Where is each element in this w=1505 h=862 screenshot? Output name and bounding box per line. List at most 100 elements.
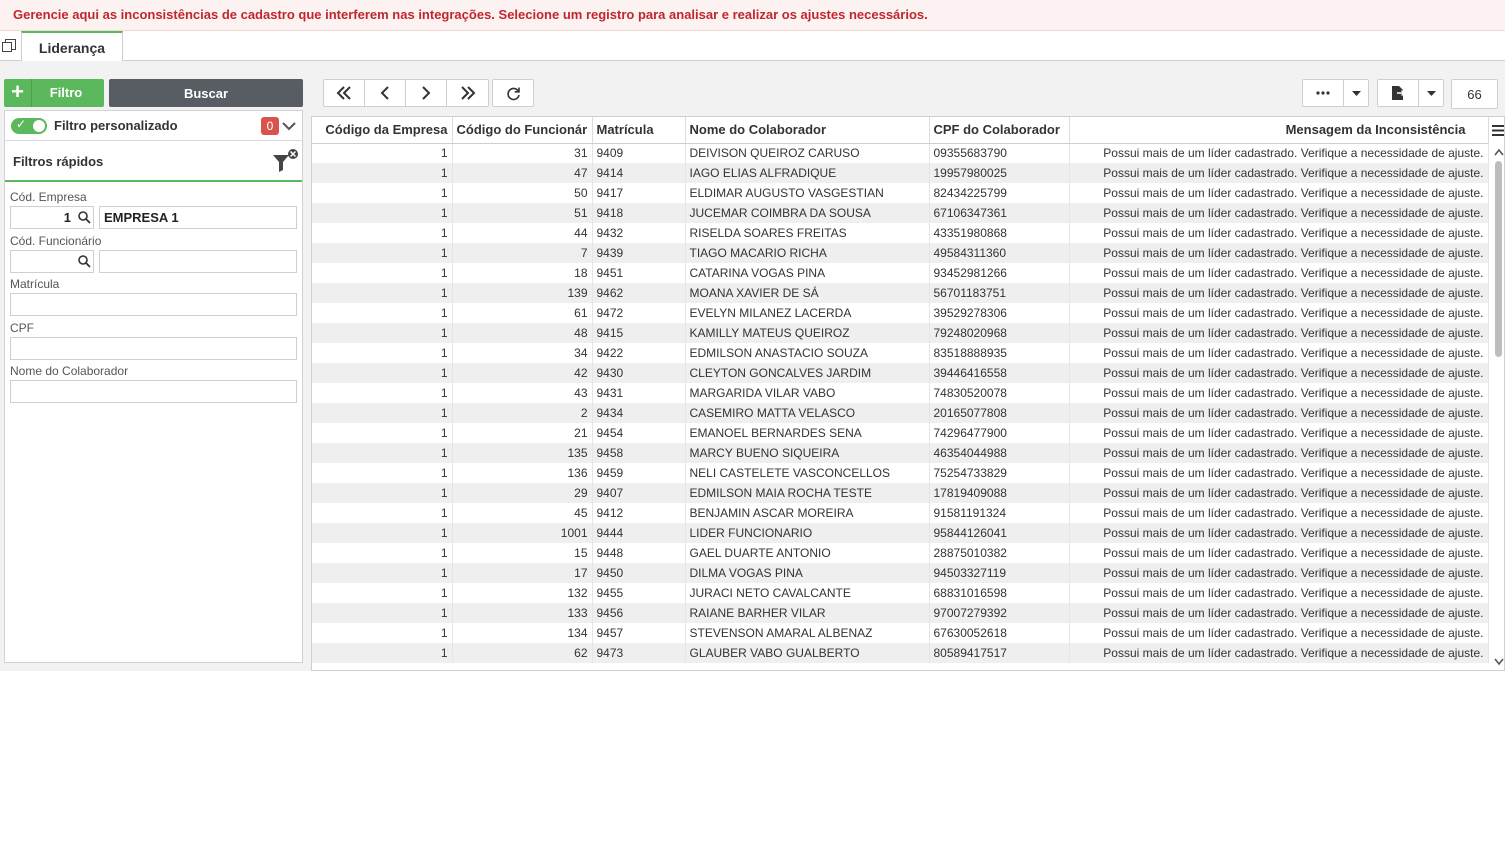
cell-cpf: 67106347361 [929, 203, 1070, 223]
scroll-down-icon[interactable] [1494, 657, 1504, 667]
table-row[interactable]: 1 61 9472 EVELYN MILANEZ LACERDA 39529278306… [312, 303, 1489, 323]
cell-matricula: 9414 [592, 163, 686, 183]
cell-empresa: 1 [312, 163, 453, 183]
table-row[interactable]: 1 45 9412 BENJAMIN ASCAR MOREIRA 91581191324… [312, 503, 1489, 523]
cell-matricula: 9407 [592, 483, 686, 503]
funcionario-name-input[interactable] [99, 250, 297, 273]
cell-cpf: 91581191324 [929, 503, 1070, 523]
last-page-button[interactable] [447, 80, 488, 106]
cell-mensagem: Possui mais de um líder cadastrado. Veri… [1069, 463, 1489, 483]
cpf-input[interactable] [10, 337, 297, 360]
cell-funcionario: 132 [452, 583, 593, 603]
cell-funcionario: 31 [452, 143, 593, 163]
cell-nome: CASEMIRO MATTA VELASCO [685, 403, 930, 423]
table-row[interactable]: 1 1001 9444 LIDER FUNCIONARIO 95844126041 Pos… [312, 523, 1489, 543]
cell-funcionario: 43 [452, 383, 593, 403]
clear-filter-icon[interactable] [271, 148, 299, 174]
table-row[interactable]: 1 47 9414 IAGO ELIAS ALFRADIQUE 19957980025 P… [312, 163, 1489, 183]
table-row[interactable]: 1 18 9451 CATARINA VOGAS PINA 93452981266 Pos… [312, 263, 1489, 283]
data-grid: Código da Empresa Código do Funcionár Ma… [311, 116, 1505, 671]
table-row[interactable]: 1 132 9455 JURACI NETO CAVALCANTE 6883101659… [312, 583, 1489, 603]
cell-empresa: 1 [312, 503, 453, 523]
table-row[interactable]: 1 31 9409 DEIVISON QUEIROZ CARUSO 0935568379… [312, 143, 1489, 163]
custom-filter-count-badge: 0 [261, 117, 279, 135]
search-icon[interactable] [78, 255, 91, 268]
table-row[interactable]: 1 135 9458 MARCY BUENO SIQUEIRA 46354044988 P… [312, 443, 1489, 463]
table-row[interactable]: 1 44 9432 RISELDA SOARES FREITAS 43351980868… [312, 223, 1489, 243]
vertical-scrollbar[interactable] [1493, 147, 1504, 669]
cell-cpf: 68831016598 [929, 583, 1070, 603]
column-header-mensagem[interactable]: Mensagem da Inconsistência [1069, 117, 1489, 144]
cell-mensagem: Possui mais de um líder cadastrado. Veri… [1069, 343, 1489, 363]
cell-cpf: 46354044988 [929, 443, 1070, 463]
cell-matricula: 9473 [592, 643, 686, 663]
table-row[interactable]: 1 133 9456 RAIANE BARHER VILAR 97007279392 Po… [312, 603, 1489, 623]
cell-funcionario: 135 [452, 443, 593, 463]
cell-nome: TIAGO MACARIO RICHA [685, 243, 930, 263]
search-button[interactable]: Buscar [109, 79, 303, 107]
cell-cpf: 74296477900 [929, 423, 1070, 443]
cell-nome: BENJAMIN ASCAR MOREIRA [685, 503, 930, 523]
scrollbar-thumb[interactable] [1495, 161, 1502, 357]
export-button[interactable] [1378, 80, 1419, 106]
table-row[interactable]: 1 136 9459 NELI CASTELETE VASCONCELLOS 75254… [312, 463, 1489, 483]
table-row[interactable]: 1 2 9434 CASEMIRO MATTA VELASCO 20165077808 P… [312, 403, 1489, 423]
tab-lideranca[interactable]: Liderança [21, 31, 123, 62]
column-header-cpf[interactable]: CPF do Colaborador [929, 117, 1070, 144]
cell-nome: MOANA XAVIER DE SÁ [685, 283, 930, 303]
caret-down-icon [1352, 90, 1361, 96]
cell-nome: DEIVISON QUEIROZ CARUSO [685, 143, 930, 163]
export-dropdown[interactable] [1419, 80, 1444, 106]
table-row[interactable]: 1 17 9450 DILMA VOGAS PINA 94503327119 Possui… [312, 563, 1489, 583]
table-row[interactable]: 1 51 9418 JUCEMAR COIMBRA DA SOUSA 671063473… [312, 203, 1489, 223]
column-header-matricula[interactable]: Matrícula [592, 117, 686, 144]
cell-funcionario: 17 [452, 563, 593, 583]
cell-mensagem: Possui mais de um líder cadastrado. Veri… [1069, 303, 1489, 323]
filter-button[interactable]: + Filtro [4, 79, 104, 107]
chevron-down-icon[interactable] [282, 119, 296, 133]
cell-mensagem: Possui mais de um líder cadastrado. Veri… [1069, 543, 1489, 563]
search-icon[interactable] [78, 211, 91, 224]
cell-cpf: 83518888935 [929, 343, 1070, 363]
cell-matricula: 9409 [592, 143, 686, 163]
matricula-input[interactable] [10, 293, 297, 316]
table-row[interactable]: 1 7 9439 TIAGO MACARIO RICHA 49584311360 Poss… [312, 243, 1489, 263]
cell-matricula: 9459 [592, 463, 686, 483]
refresh-button[interactable] [492, 79, 534, 107]
prev-page-button[interactable] [365, 80, 406, 106]
cell-empresa: 1 [312, 583, 453, 603]
copy-icon[interactable] [2, 39, 16, 53]
table-row[interactable]: 1 50 9417 ELDIMAR AUGUSTO VASGESTIAN 8243422… [312, 183, 1489, 203]
chevron-left-icon [380, 86, 389, 100]
first-page-button[interactable] [324, 80, 365, 106]
table-row[interactable]: 1 43 9431 MARGARIDA VILAR VABO 74830520078 Po… [312, 383, 1489, 403]
column-header-funcionario[interactable]: Código do Funcionár [452, 117, 593, 144]
table-row[interactable]: 1 139 9462 MOANA XAVIER DE SÁ 56701183751 Pos… [312, 283, 1489, 303]
cell-funcionario: 34 [452, 343, 593, 363]
workspace: + Filtro Buscar ✓ Filtro personalizado 0… [0, 61, 1505, 671]
table-row[interactable]: 1 15 9448 GAEL DUARTE ANTONIO 28875010382 Pos… [312, 543, 1489, 563]
cell-empresa: 1 [312, 523, 453, 543]
table-row[interactable]: 1 48 9415 KAMILLY MATEUS QUEIROZ 79248020968… [312, 323, 1489, 343]
empresa-name-input[interactable] [99, 206, 297, 229]
cell-matricula: 9448 [592, 543, 686, 563]
pagination [323, 79, 489, 107]
column-menu-icon[interactable] [1492, 125, 1504, 136]
column-header-nome[interactable]: Nome do Colaborador [685, 117, 930, 144]
more-actions-button[interactable] [1303, 80, 1344, 106]
scroll-up-icon[interactable] [1494, 147, 1504, 157]
table-row[interactable]: 1 134 9457 STEVENSON AMARAL ALBENAZ 67630052… [312, 623, 1489, 643]
more-actions-dropdown[interactable] [1344, 80, 1369, 106]
table-row[interactable]: 1 42 9430 CLEYTON GONCALVES JARDIM 394464165… [312, 363, 1489, 383]
table-row[interactable]: 1 29 9407 EDMILSON MAIA ROCHA TESTE 17819409… [312, 483, 1489, 503]
table-row[interactable]: 1 62 9473 GLAUBER VABO GUALBERTO 80589417517… [312, 643, 1489, 663]
cell-empresa: 1 [312, 323, 453, 343]
nome-input[interactable] [10, 380, 297, 403]
column-header-empresa[interactable]: Código da Empresa [312, 117, 453, 144]
table-row[interactable]: 1 34 9422 EDMILSON ANASTACIO SOUZA 835188889… [312, 343, 1489, 363]
cell-funcionario: 62 [452, 643, 593, 663]
next-page-button[interactable] [406, 80, 447, 106]
table-row[interactable]: 1 21 9454 EMANOEL BERNARDES SENA 74296477900… [312, 423, 1489, 443]
custom-filter-toggle[interactable]: ✓ [11, 117, 47, 134]
cell-cpf: 56701183751 [929, 283, 1070, 303]
